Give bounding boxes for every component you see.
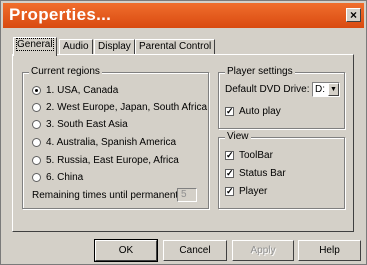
radio-icon[interactable] [32,103,41,112]
region-option-1[interactable]: 1. USA, Canada [32,85,118,96]
checkbox-checked-icon[interactable]: ✓ [225,169,234,178]
checkbox-checked-icon[interactable]: ✓ [225,107,234,116]
general-panel: Current regions 1. USA, Canada 2. West E… [12,54,354,232]
region-option-6[interactable]: 6. China [32,172,83,183]
help-button[interactable]: Help [298,240,361,261]
radio-icon[interactable] [32,156,41,165]
region-option-3[interactable]: 3. South East Asia [32,119,128,130]
apply-button[interactable]: Apply [232,240,294,261]
player-settings-group: Player settings Default DVD Drive: D: ▼ … [218,66,345,129]
close-icon[interactable]: × [346,8,361,22]
view-toolbar-checkbox[interactable]: ✓ ToolBar [225,150,273,161]
radio-selected-icon[interactable] [32,86,41,95]
radio-icon[interactable] [32,120,41,129]
view-statusbar-checkbox[interactable]: ✓ Status Bar [225,168,286,179]
chevron-down-icon[interactable]: ▼ [328,83,339,96]
cancel-button[interactable]: Cancel [163,240,227,261]
dvd-drive-select[interactable]: D: ▼ [312,82,340,97]
dialog-title: Properties... [9,5,112,24]
regions-label: Current regions [29,66,102,77]
checkbox-checked-icon[interactable]: ✓ [225,151,234,160]
tab-general[interactable]: General [13,37,57,56]
checkbox-checked-icon[interactable]: ✓ [225,187,234,196]
tab-parental-control[interactable]: Parental Control [135,39,216,55]
title-bar[interactable]: Properties... × [3,3,364,28]
region-option-5[interactable]: 5. Russia, East Europe, Africa [32,155,179,166]
view-label: View [225,131,251,142]
ok-button[interactable]: OK [94,239,158,262]
remaining-label: Remaining times until permanent: [32,190,181,201]
player-settings-label: Player settings [225,66,295,77]
view-player-checkbox[interactable]: ✓ Player [225,186,267,197]
properties-dialog: Properties... × General Audio Display Pa… [0,0,367,265]
regions-group: Current regions 1. USA, Canada 2. West E… [22,66,209,209]
tab-display[interactable]: Display [94,39,135,55]
region-option-4[interactable]: 4. Australia, Spanish America [32,137,176,148]
region-option-2[interactable]: 2. West Europe, Japan, South Africa [32,102,207,113]
tab-audio[interactable]: Audio [59,39,93,55]
autoplay-checkbox[interactable]: ✓ Auto play [225,106,281,117]
radio-icon[interactable] [32,138,41,147]
radio-icon[interactable] [32,173,41,182]
view-group: View ✓ ToolBar ✓ Status Bar ✓ Player [218,131,345,209]
remaining-times-field: 5 [177,188,197,202]
dvd-drive-label: Default DVD Drive: [225,84,310,95]
